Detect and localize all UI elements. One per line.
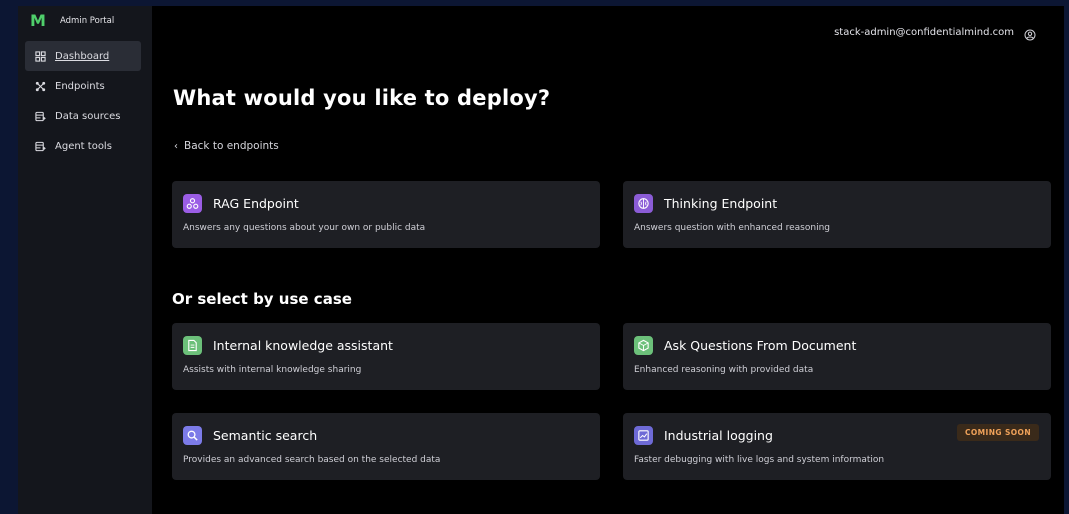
use-case-card-ask-questions[interactable]: Ask Questions From Document Enhanced rea… bbox=[623, 323, 1051, 390]
card-title: Ask Questions From Document bbox=[664, 338, 857, 353]
use-case-card-semantic-search[interactable]: Semantic search Provides an advanced sea… bbox=[172, 413, 600, 480]
user-circle-icon[interactable] bbox=[1024, 26, 1036, 41]
card-description: Answers question with enhanced reasoning bbox=[634, 223, 830, 233]
sidebar-nav: Dashboard Endpoints Data sources Agent t… bbox=[25, 41, 141, 161]
sidebar-item-label: Data sources bbox=[55, 110, 121, 122]
endpoint-card-rag[interactable]: RAG Endpoint Answers any questions about… bbox=[172, 181, 600, 248]
grid-icon bbox=[34, 50, 46, 62]
card-description: Answers any questions about your own or … bbox=[183, 223, 426, 233]
tools-icon bbox=[34, 140, 46, 152]
back-label: Back to endpoints bbox=[184, 140, 279, 152]
brand-name: Admin Portal bbox=[60, 15, 115, 26]
use-case-card-internal-knowledge[interactable]: Internal knowledge assistant Assists wit… bbox=[172, 323, 600, 390]
sidebar-item-label: Agent tools bbox=[55, 140, 112, 152]
card-title: Industrial logging bbox=[664, 428, 773, 443]
main-content: stack-admin@confidentialmind.com What wo… bbox=[152, 6, 1064, 514]
sidebar-item-dashboard[interactable]: Dashboard bbox=[25, 41, 141, 71]
card-description: Enhanced reasoning with provided data bbox=[634, 365, 814, 375]
sidebar-item-agent-tools[interactable]: Agent tools bbox=[25, 131, 141, 161]
endpoint-card-thinking[interactable]: Thinking Endpoint Answers question with … bbox=[623, 181, 1051, 248]
document-icon bbox=[183, 336, 202, 355]
card-title: Semantic search bbox=[213, 428, 318, 443]
card-title: RAG Endpoint bbox=[213, 196, 299, 211]
card-description: Assists with internal knowledge sharing bbox=[183, 365, 362, 375]
brain-icon bbox=[634, 194, 653, 213]
card-title: Internal knowledge assistant bbox=[213, 338, 393, 353]
rag-icon bbox=[183, 194, 202, 213]
card-description: Faster debugging with live logs and syst… bbox=[634, 455, 885, 465]
sidebar-item-label: Endpoints bbox=[55, 80, 105, 92]
user-menu[interactable]: stack-admin@confidentialmind.com bbox=[834, 26, 1036, 41]
cube-icon bbox=[634, 336, 653, 355]
endpoints-icon bbox=[34, 80, 46, 92]
user-email: stack-admin@confidentialmind.com bbox=[834, 26, 1014, 38]
use-case-heading: Or select by use case bbox=[172, 290, 352, 308]
coming-soon-badge: COMING SOON bbox=[956, 424, 1039, 441]
brand-logo: M bbox=[30, 11, 46, 30]
app-frame: M Admin Portal Dashboard Endpoints Data … bbox=[0, 0, 1069, 514]
back-link[interactable]: ‹ Back to endpoints bbox=[174, 140, 279, 152]
page-title: What would you like to deploy? bbox=[173, 86, 551, 110]
sidebar-item-data-sources[interactable]: Data sources bbox=[25, 101, 141, 131]
chevron-left-icon: ‹ bbox=[174, 140, 178, 152]
chart-icon bbox=[634, 426, 653, 445]
card-description: Provides an advanced search based on the… bbox=[183, 455, 441, 465]
database-icon bbox=[34, 110, 46, 122]
brand[interactable]: M Admin Portal bbox=[30, 11, 115, 30]
sidebar-item-label: Dashboard bbox=[55, 50, 110, 62]
card-title: Thinking Endpoint bbox=[664, 196, 778, 211]
sidebar: M Admin Portal Dashboard Endpoints Data … bbox=[18, 6, 152, 514]
search-icon bbox=[183, 426, 202, 445]
use-case-card-industrial-logging[interactable]: Industrial logging COMING SOON Faster de… bbox=[623, 413, 1051, 480]
sidebar-item-endpoints[interactable]: Endpoints bbox=[25, 71, 141, 101]
